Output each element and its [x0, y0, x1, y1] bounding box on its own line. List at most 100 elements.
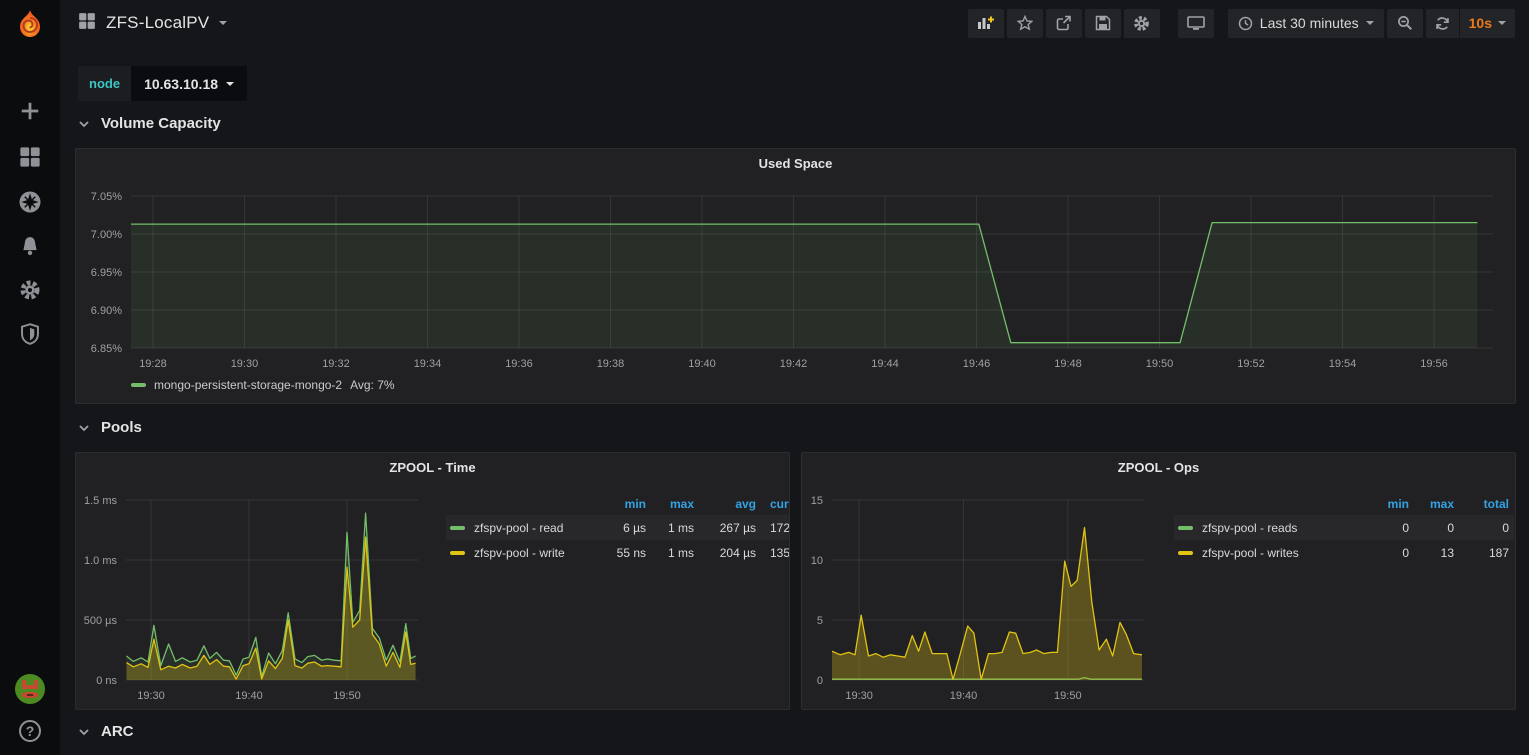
series-swatch [131, 383, 146, 387]
panel-zpool-time: ZPOOL - Time 1.5 ms1.0 ms500 µs0 ns19:30… [75, 452, 790, 710]
template-variable-node[interactable]: node 10.63.10.18 [78, 66, 247, 101]
svg-text:19:54: 19:54 [1329, 358, 1357, 370]
chevron-down-icon [78, 422, 90, 434]
legend-value: 55 ns [594, 546, 646, 560]
legend-series[interactable]: zfspv-pool - read [446, 521, 594, 535]
series-name[interactable]: mongo-persistent-storage-mongo-2 [154, 378, 342, 392]
svg-text:10: 10 [811, 555, 823, 567]
svg-text:19:30: 19:30 [231, 358, 259, 370]
svg-text:1.0 ms: 1.0 ms [84, 555, 118, 567]
svg-text:19:36: 19:36 [505, 358, 533, 370]
chevron-down-icon [78, 118, 90, 130]
svg-text:6.95%: 6.95% [91, 267, 122, 279]
legend-series[interactable]: zfspv-pool - reads [1174, 521, 1364, 535]
variable-label: node [78, 66, 131, 101]
svg-text:7.05%: 7.05% [91, 191, 122, 203]
dashboards-icon[interactable] [0, 142, 60, 172]
section-pools[interactable]: Pools [78, 419, 142, 436]
used-space-chart[interactable]: 7.05%7.00%6.95%6.90%6.85%19:2819:3019:32… [76, 149, 1515, 403]
dashboard-title[interactable]: ZFS-LocalPV [106, 13, 209, 33]
panel-used-space: Used Space 7.05%7.00%6.95%6.90%6.85%19:2… [75, 148, 1516, 404]
title-caret-icon[interactable] [219, 21, 227, 25]
user-avatar[interactable] [0, 672, 60, 706]
legend-value: 0 [1364, 521, 1409, 535]
legend-col-min[interactable]: min [1364, 497, 1409, 511]
legend-value: 135 [756, 546, 789, 560]
help-icon[interactable]: ? [0, 716, 60, 746]
svg-text:19:40: 19:40 [688, 358, 716, 370]
section-volume-capacity[interactable]: Volume Capacity [78, 115, 221, 132]
variable-value: 10.63.10.18 [144, 76, 218, 92]
svg-text:19:56: 19:56 [1420, 358, 1448, 370]
question-mark: ? [19, 720, 41, 742]
svg-text:500 µs: 500 µs [84, 615, 118, 627]
add-icon[interactable] [0, 96, 60, 126]
svg-text:1.5 ms: 1.5 ms [84, 495, 118, 507]
legend-col-total[interactable]: total [1454, 497, 1509, 511]
panel-zpool-ops: ZPOOL - Ops 15105019:3019:4019:50 min ma… [801, 452, 1516, 710]
legend-value: 0 [1364, 546, 1409, 560]
svg-text:19:40: 19:40 [950, 690, 978, 702]
refresh-interval-caret-icon [1498, 21, 1506, 25]
section-label: Pools [101, 419, 142, 436]
legend-value: 0 [1454, 521, 1509, 535]
svg-text:19:50: 19:50 [1054, 690, 1082, 702]
share-button[interactable] [1046, 9, 1082, 38]
svg-text:19:50: 19:50 [1146, 358, 1174, 370]
section-label: ARC [101, 723, 134, 740]
legend-col-max[interactable]: max [1409, 497, 1454, 511]
time-range-label: Last 30 minutes [1260, 15, 1359, 31]
svg-text:19:32: 19:32 [322, 358, 350, 370]
section-arc[interactable]: ARC [78, 723, 134, 740]
dashboard-grid-icon [78, 12, 96, 35]
time-range-caret-icon [1366, 21, 1374, 25]
legend-value: 1 ms [646, 546, 694, 560]
legend-col-max[interactable]: max [646, 497, 694, 511]
zoom-out-button[interactable] [1387, 9, 1423, 38]
admin-shield-icon[interactable] [0, 319, 60, 349]
legend-col-avg[interactable]: avg [694, 497, 756, 511]
legend-value: 13 [1409, 546, 1454, 560]
settings-gear-icon[interactable] [0, 275, 60, 305]
legend-col-current[interactable]: current [756, 497, 789, 511]
dashboard-topbar: ZFS-LocalPV [60, 0, 1529, 46]
zpool-ops-legend: min max total zfspv-pool - reads 0 0 0 z… [1174, 493, 1514, 585]
legend-row-write: zfspv-pool - write 55 ns 1 ms 204 µs 135 [446, 540, 789, 565]
refresh-interval-dropdown[interactable]: 10s [1459, 9, 1515, 38]
svg-text:7.00%: 7.00% [91, 229, 122, 241]
alerting-bell-icon[interactable] [0, 231, 60, 261]
svg-text:6.90%: 6.90% [91, 305, 122, 317]
legend-value: 204 µs [694, 546, 756, 560]
series-swatch [1178, 551, 1193, 555]
variable-value-dropdown[interactable]: 10.63.10.18 [131, 66, 247, 101]
cycle-view-tv-button[interactable] [1178, 9, 1214, 38]
refresh-button[interactable] [1426, 9, 1459, 38]
legend-item[interactable]: mongo-persistent-storage-mongo-2 Avg: 7% [131, 378, 395, 392]
clock-icon [1238, 16, 1253, 31]
time-range-picker[interactable]: Last 30 minutes [1228, 9, 1384, 38]
svg-text:19:50: 19:50 [333, 690, 361, 702]
legend-col-min[interactable]: min [594, 497, 646, 511]
explore-compass-icon[interactable] [0, 187, 60, 217]
legend-series[interactable]: zfspv-pool - write [446, 546, 594, 560]
series-avg: Avg: 7% [350, 378, 394, 392]
main-area: ZFS-LocalPV [60, 0, 1529, 755]
grafana-logo[interactable] [0, 6, 60, 44]
svg-text:19:30: 19:30 [137, 690, 165, 702]
save-button[interactable] [1085, 9, 1121, 38]
refresh-interval-label: 10s [1469, 15, 1492, 31]
star-button[interactable] [1007, 9, 1043, 38]
svg-text:19:46: 19:46 [963, 358, 991, 370]
svg-text:5: 5 [817, 615, 823, 627]
dashboard-settings-button[interactable] [1124, 9, 1160, 38]
svg-text:19:28: 19:28 [139, 358, 167, 370]
legend-value: 6 µs [594, 521, 646, 535]
svg-text:19:40: 19:40 [235, 690, 263, 702]
svg-text:19:38: 19:38 [597, 358, 625, 370]
legend-series[interactable]: zfspv-pool - writes [1174, 546, 1364, 560]
add-panel-button[interactable] [968, 9, 1004, 38]
refresh-control: 10s [1426, 9, 1515, 38]
svg-text:19:42: 19:42 [780, 358, 808, 370]
svg-text:19:30: 19:30 [845, 690, 873, 702]
series-swatch [450, 551, 465, 555]
